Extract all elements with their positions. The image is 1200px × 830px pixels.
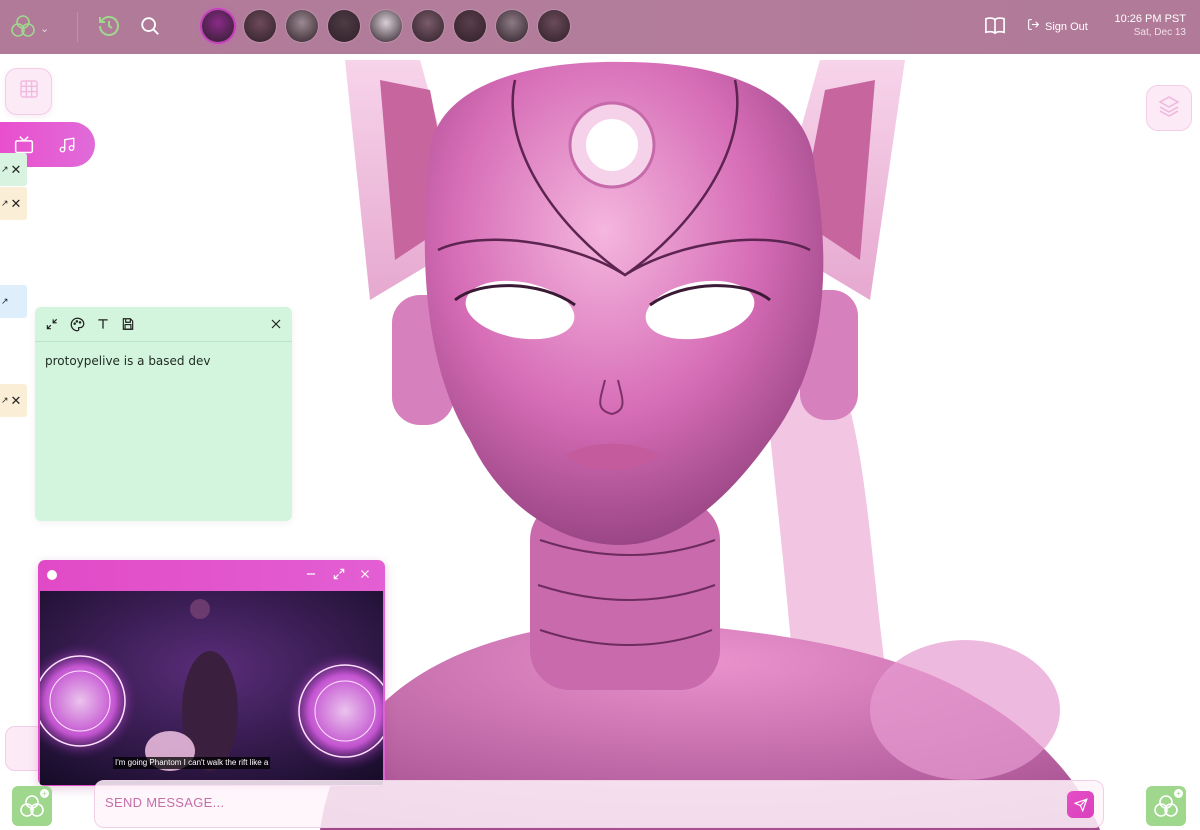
close-icon xyxy=(271,319,281,329)
avatar[interactable] xyxy=(538,10,570,42)
clock-time: 10:26 PM PST xyxy=(1114,13,1186,25)
avatar[interactable] xyxy=(454,10,486,42)
send-icon xyxy=(1073,797,1088,812)
app-menu-button[interactable]: ⌄ xyxy=(10,13,49,44)
avatar[interactable] xyxy=(244,10,276,42)
save-button[interactable] xyxy=(121,317,135,331)
avatar[interactable] xyxy=(370,10,402,42)
minimized-tab: ↗ ✕ xyxy=(0,153,27,186)
minimized-tab: ↗ xyxy=(0,285,27,318)
close-icon[interactable]: ✕ xyxy=(11,393,22,409)
music-button[interactable] xyxy=(58,136,76,154)
text-format-button[interactable] xyxy=(96,317,110,331)
book-button[interactable] xyxy=(984,16,1006,41)
avatar[interactable] xyxy=(412,10,444,42)
expand-icon[interactable]: ↗ xyxy=(1,164,9,175)
close-icon[interactable]: ✕ xyxy=(11,196,22,212)
note-toolbar xyxy=(35,307,292,342)
minimize-icon xyxy=(306,573,316,575)
clock-date: Sat, Dec 13 xyxy=(1133,27,1186,38)
video-titlebar[interactable] xyxy=(38,560,385,590)
note-text[interactable]: protoypelive is a based dev xyxy=(35,342,292,380)
sign-out-icon xyxy=(1027,18,1040,36)
video-caption: I'm going Phantom I can't walk the rift … xyxy=(113,757,271,769)
note-close-button[interactable] xyxy=(270,318,282,330)
logo-icon xyxy=(10,13,36,44)
text-icon xyxy=(98,319,108,329)
layers-button[interactable] xyxy=(1146,85,1192,131)
grid-icon xyxy=(19,79,39,104)
palette-button[interactable] xyxy=(70,317,85,332)
palette-icon xyxy=(70,317,85,331)
avatar[interactable] xyxy=(328,10,360,42)
expand-icon[interactable]: ↗ xyxy=(1,395,9,406)
expand-icon[interactable]: ↗ xyxy=(1,296,9,307)
sign-out-label: Sign Out xyxy=(1045,21,1088,33)
collapse-button[interactable] xyxy=(45,317,59,331)
message-input[interactable] xyxy=(105,795,1005,810)
top-bar: ⌄ Sign Out 10:26 PM PST Sat, Dec 13 xyxy=(0,0,1200,54)
minimize-button[interactable] xyxy=(304,566,318,582)
tv-icon xyxy=(14,135,34,153)
video-scene xyxy=(40,591,383,785)
badge-icon: + xyxy=(40,789,49,798)
search-button[interactable] xyxy=(139,15,161,42)
video-frame[interactable]: I'm going Phantom I can't walk the rift … xyxy=(40,591,383,785)
right-launcher-button[interactable]: + xyxy=(1146,786,1186,826)
history-icon xyxy=(97,14,121,43)
apps-grid-button[interactable] xyxy=(5,68,52,115)
video-close-button[interactable] xyxy=(359,566,371,582)
close-icon xyxy=(361,570,369,578)
history-button[interactable] xyxy=(97,14,121,43)
minimized-tab: ↗ ✕ xyxy=(0,384,27,417)
message-bar xyxy=(94,780,1104,828)
status-dot xyxy=(47,570,57,580)
book-icon xyxy=(984,16,1006,41)
send-button[interactable] xyxy=(1067,791,1094,818)
badge-icon: + xyxy=(1174,789,1183,798)
chevron-down-icon: ⌄ xyxy=(40,23,50,35)
avatar[interactable] xyxy=(202,10,234,42)
tv-button[interactable] xyxy=(14,135,34,155)
persona-avatar-list xyxy=(202,10,570,42)
toolbar-divider xyxy=(77,12,78,42)
save-icon xyxy=(122,318,134,330)
left-launcher-button[interactable]: + xyxy=(12,786,52,826)
layers-icon xyxy=(1157,94,1181,123)
expand-icon[interactable]: ↗ xyxy=(1,198,9,209)
collapse-icon xyxy=(46,318,58,330)
expand-icon xyxy=(333,568,345,580)
sign-out-button[interactable]: Sign Out xyxy=(1027,18,1088,36)
expand-button[interactable] xyxy=(332,566,346,582)
close-icon[interactable]: ✕ xyxy=(11,162,22,178)
sticky-note: protoypelive is a based dev xyxy=(35,307,292,521)
clock: 10:26 PM PST Sat, Dec 13 xyxy=(1114,12,1186,40)
video-player-window: I'm going Phantom I can't walk the rift … xyxy=(38,560,385,786)
avatar[interactable] xyxy=(286,10,318,42)
avatar[interactable] xyxy=(496,10,528,42)
music-icon xyxy=(59,136,75,152)
minimized-tab: ↗ ✕ xyxy=(0,187,27,220)
search-icon xyxy=(139,15,161,42)
